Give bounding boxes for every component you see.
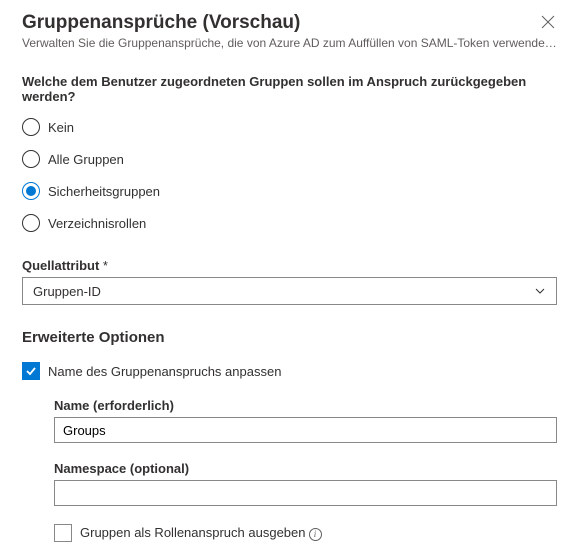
customize-group-claim-name-checkbox[interactable]: Name des Gruppenanspruchs anpassen (22, 362, 557, 380)
checkbox-label: Name des Gruppenanspruchs anpassen (48, 364, 281, 379)
checkmark-icon (25, 365, 37, 377)
radio-option-security-groups[interactable]: Sicherheitsgruppen (22, 182, 557, 200)
radio-label: Kein (48, 120, 74, 135)
source-attribute-select[interactable]: Gruppen-ID (22, 277, 557, 305)
radio-option-all-groups[interactable]: Alle Gruppen (22, 150, 557, 168)
name-input[interactable] (54, 417, 557, 443)
close-icon (541, 15, 555, 29)
checkbox-icon-checked (22, 362, 40, 380)
namespace-field-label: Namespace (optional) (54, 461, 557, 476)
select-value: Gruppen-ID (33, 284, 101, 299)
panel-title: Gruppenansprüche (Vorschau) (22, 12, 300, 34)
radio-icon (22, 214, 40, 232)
checkbox-icon (54, 524, 72, 542)
radio-label: Alle Gruppen (48, 152, 124, 167)
name-field-label: Name (erforderlich) (54, 398, 557, 413)
chevron-down-icon (534, 285, 546, 297)
groups-question: Welche dem Benutzer zugeordneten Gruppen… (22, 74, 557, 104)
radio-option-directory-roles[interactable]: Verzeichnisrollen (22, 214, 557, 232)
radio-option-none[interactable]: Kein (22, 118, 557, 136)
emit-groups-as-role-checkbox[interactable]: Gruppen als Rollenanspruch ausgebeni (54, 524, 557, 542)
radio-label: Verzeichnisrollen (48, 216, 146, 231)
radio-icon (22, 150, 40, 168)
checkbox-label: Gruppen als Rollenanspruch ausgebeni (80, 525, 322, 541)
groups-radio-group: Kein Alle Gruppen Sicherheitsgruppen Ver… (22, 118, 557, 232)
panel-subtitle: Verwalten Sie die Gruppenansprüche, die … (22, 36, 557, 50)
source-attribute-label: Quellattribut * (22, 258, 557, 273)
radio-icon (22, 118, 40, 136)
advanced-options-heading: Erweiterte Optionen (22, 329, 557, 346)
radio-label: Sicherheitsgruppen (48, 184, 160, 199)
namespace-input[interactable] (54, 480, 557, 506)
radio-icon-selected (22, 182, 40, 200)
close-button[interactable] (539, 12, 557, 34)
